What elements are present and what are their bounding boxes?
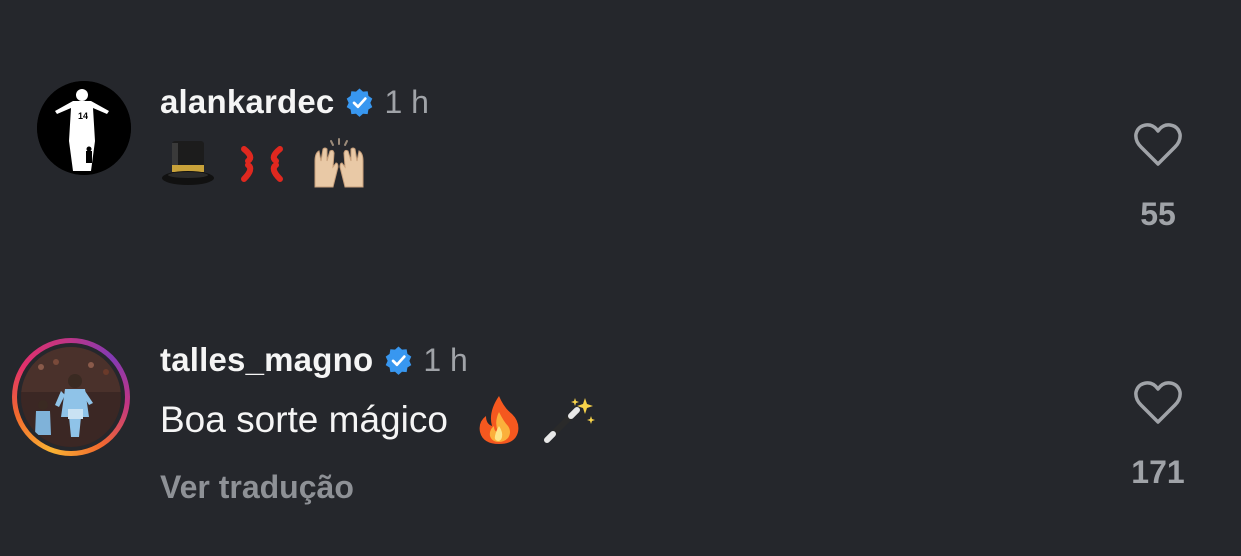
like-count: 171 [1131,454,1185,490]
like-heart-icon[interactable] [1133,381,1183,425]
avatar[interactable] [21,347,121,447]
comment-body: Boa sorte mágico [160,399,448,440]
verified-badge-icon [347,88,373,117]
avatar[interactable]: 14 [37,81,131,175]
top-hat-icon [162,141,214,185]
like-heart-icon[interactable] [1133,123,1183,167]
anger-symbol-icon [241,146,284,182]
comment-header: talles_magno 1 h [160,340,468,380]
like-count: 55 [1140,196,1176,232]
magic-wand-icon [543,398,595,443]
timestamp: 1 h [384,83,429,120]
timestamp: 1 h [423,341,468,378]
story-ring[interactable] [12,338,130,456]
username[interactable]: talles_magno [160,341,373,379]
username[interactable]: alankardec [160,83,334,121]
see-translation-link[interactable]: Ver tradução [160,469,354,506]
comment-text [160,137,369,189]
raising-hands-icon [314,138,364,188]
verified-badge-icon [386,346,412,375]
comment-header: alankardec 1 h [160,82,429,122]
fire-icon [479,396,519,444]
comment-text: Boa sorte mágico [160,394,597,446]
svg-text:14: 14 [78,111,88,121]
